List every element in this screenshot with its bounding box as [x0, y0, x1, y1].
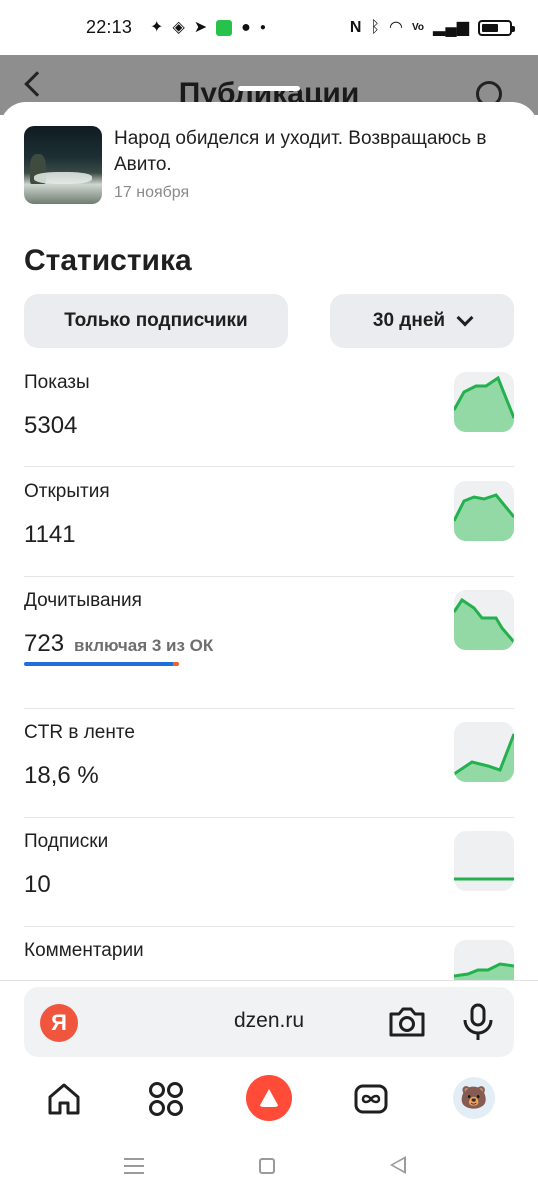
metric-value: 1141: [24, 521, 76, 548]
read-through-progress-bar: [24, 662, 179, 666]
metric-label: Дочитывания: [24, 590, 142, 611]
metric-label: Открытия: [24, 481, 110, 502]
infinity-tabs-icon: [354, 1084, 388, 1114]
divider: [24, 708, 514, 709]
tabs-button[interactable]: [350, 1078, 392, 1120]
back-triangle-icon[interactable]: [390, 1156, 406, 1174]
sparkline-chart: [454, 940, 514, 980]
article-header[interactable]: Народ обиделся и уходит. Возвращаюсь в А…: [24, 126, 514, 206]
article-date: 17 ноября: [114, 184, 190, 201]
status-bar: 22:13 ✦ ◈ ➤ ● ● N ᛒ ◠ Vo ▂▄▆: [0, 0, 538, 55]
recent-apps-icon[interactable]: [124, 1158, 144, 1174]
divider: [24, 466, 514, 467]
signal-icon: ▂▄▆: [433, 18, 469, 36]
metric-value: 18,6 %: [24, 762, 99, 789]
metric-comments[interactable]: Комментарии: [24, 940, 514, 980]
sheet-drag-handle[interactable]: [238, 86, 300, 91]
metric-label: Комментарии: [24, 940, 144, 961]
url-text[interactable]: dzen.ru: [24, 1009, 514, 1033]
metric-label: Подписки: [24, 831, 109, 852]
subscribers-only-filter[interactable]: Только подписчики: [24, 294, 288, 348]
system-navigation: [0, 1134, 538, 1200]
metric-ctr[interactable]: CTR в ленте 18,6 %: [24, 722, 514, 789]
statistics-title: Статистика: [24, 244, 192, 277]
home-icon: [48, 1083, 80, 1115]
metric-opens[interactable]: Открытия 1141: [24, 481, 514, 548]
address-bar[interactable]: Я dzen.ru: [24, 987, 514, 1057]
status-time: 22:13: [86, 17, 133, 37]
home-square-icon[interactable]: [259, 1158, 275, 1174]
sparkle-icon: ✦: [150, 18, 164, 36]
metric-subscriptions[interactable]: Подписки 10: [24, 831, 514, 898]
period-dropdown[interactable]: 30 дней: [330, 294, 514, 348]
services-button[interactable]: [145, 1078, 187, 1120]
profile-avatar[interactable]: 🐻: [453, 1077, 495, 1119]
bottom-navigation: 🐻: [0, 1068, 538, 1134]
grid-icon: [149, 1082, 183, 1116]
metric-read-throughs[interactable]: Дочитывания 723 включая 3 из ОК: [24, 590, 514, 680]
alice-assistant-button[interactable]: [246, 1075, 292, 1121]
metric-value: 5304: [24, 412, 78, 439]
telegram-icon: ➤: [193, 18, 208, 36]
article-thumbnail: [24, 126, 102, 204]
app-icon: ◈: [172, 18, 185, 36]
divider: [24, 817, 514, 818]
sparkline-chart: [454, 831, 514, 891]
status-left-icons: ✦ ◈ ➤ ● ●: [150, 18, 266, 36]
sparkline-chart: [454, 722, 514, 782]
volte-icon: Vo: [412, 21, 425, 33]
browser-bar: Я dzen.ru: [0, 980, 538, 1068]
metric-value: 723 включая 3 из ОК: [24, 630, 213, 658]
statistics-sheet: Народ обиделся и уходит. Возвращаюсь в А…: [0, 102, 538, 980]
sparkline-chart: [454, 481, 514, 541]
sparkline-chart: [454, 590, 514, 650]
camera-icon[interactable]: [388, 1005, 426, 1039]
wifi-icon: ◠: [389, 18, 403, 36]
green-app-icon: [216, 19, 233, 36]
status-right-icons: N ᛒ ◠ Vo ▂▄▆: [349, 18, 515, 36]
alice-icon: [259, 1089, 279, 1107]
metric-label: CTR в ленте: [24, 722, 135, 743]
metric-views[interactable]: Показы 5304: [24, 372, 514, 439]
sparkline-chart: [454, 372, 514, 432]
metric-label: Показы: [24, 372, 90, 393]
battery-icon: [478, 19, 515, 36]
article-title: Народ обиделся и уходит. Возвращаюсь в А…: [114, 128, 487, 175]
divider: [24, 926, 514, 927]
nfc-icon: N: [349, 18, 362, 36]
microphone-icon[interactable]: [460, 1003, 496, 1041]
home-button[interactable]: [43, 1078, 85, 1120]
dot-icon: ●: [259, 21, 266, 33]
bluetooth-icon: ᛒ: [370, 18, 381, 36]
chevron-down-icon: [456, 309, 474, 327]
person-icon: ●: [241, 18, 251, 36]
period-label: 30 дней: [372, 310, 446, 331]
metric-value-number: 723: [24, 630, 65, 657]
metric-value: 10: [24, 871, 51, 898]
metric-extra-note: включая 3 из ОК: [74, 636, 214, 655]
divider: [24, 576, 514, 577]
